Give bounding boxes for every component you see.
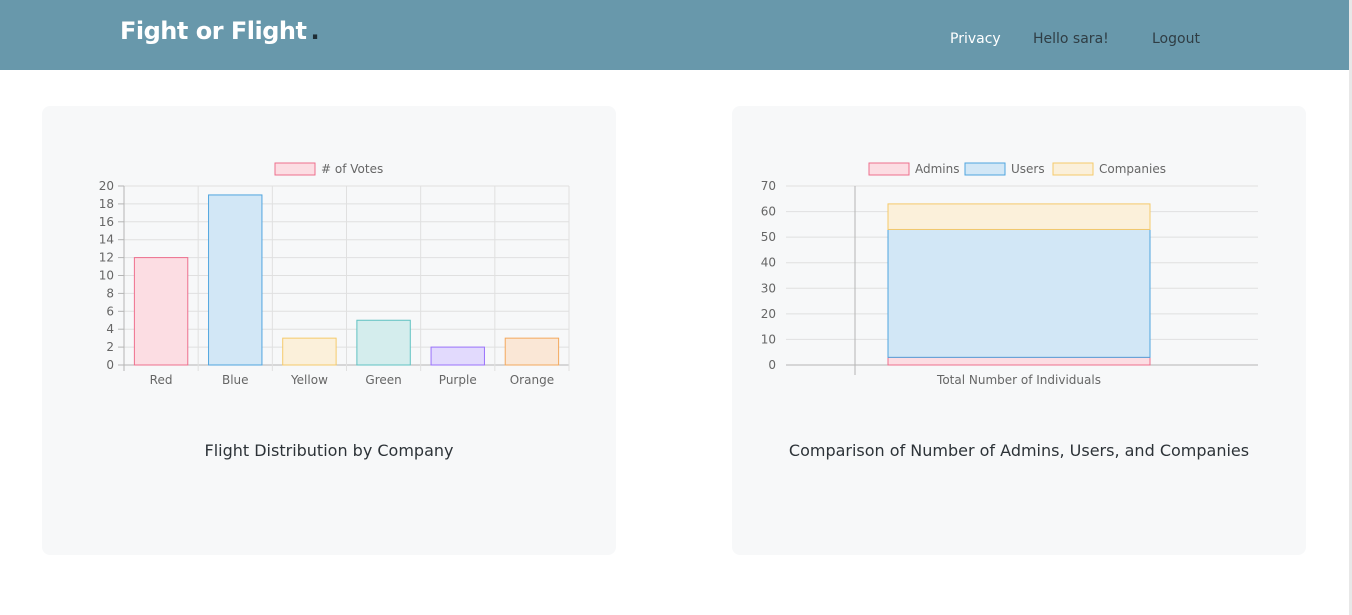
bar-orange (504, 337, 560, 366)
tick-label-y-14: 14 (99, 233, 114, 247)
brand-logo[interactable]: Fight or Flight. (120, 17, 320, 45)
tick-label-y-0: 0 (768, 358, 776, 372)
tick-label-x-green: Green (365, 373, 401, 387)
legend-swatch-admins (868, 162, 910, 176)
legend-swatch-companies (1052, 162, 1094, 176)
tick-label-x-red: Red (150, 373, 173, 387)
votes-bar-chart: # of Votes 0 2 4 6 8 10 12 14 16 18 20 Red Blue Yellow… (99, 162, 570, 387)
legend-label-admins: Admins (915, 162, 960, 176)
bar-yellow (282, 337, 337, 366)
individuals-chart-caption: Comparison of Number of Admins, Users, a… (788, 441, 1250, 460)
tick-label-y-20: 20 (761, 307, 776, 321)
legend-label-users: Users (1011, 162, 1045, 176)
tick-label-y-8: 8 (106, 286, 114, 300)
tick-label-y-60: 60 (761, 205, 776, 219)
bar-segment-companies (887, 203, 1151, 230)
tick-label-x-yellow: Yellow (290, 373, 328, 387)
tick-label-y-6: 6 (106, 304, 114, 318)
tick-label-y-12: 12 (99, 251, 114, 265)
legend-label-companies: Companies (1099, 162, 1166, 176)
bar-red (133, 257, 189, 366)
tick-label-x-total-number-of-individuals: Total Number of Individuals (936, 373, 1101, 387)
legend-label-of-votes: # of Votes (321, 162, 383, 176)
legend-swatch-users (964, 162, 1006, 176)
user-greeting: Hello sara! (1033, 31, 1109, 47)
tick-label-y-50: 50 (761, 230, 776, 244)
bar-blue (208, 194, 263, 366)
nav-link-privacy[interactable]: Privacy (950, 31, 1001, 47)
bar-green (356, 319, 411, 366)
tick-label-x-orange: Orange (510, 373, 554, 387)
bar-segment-users (887, 228, 1151, 358)
bar-segment-admins (887, 356, 1151, 366)
tick-label-y-16: 16 (99, 215, 114, 229)
individuals-chart-card: Admins Users Companies 0 10 20 30 40 50 60 70 Total… (732, 106, 1306, 555)
nav-link-logout[interactable]: Logout (1152, 31, 1200, 47)
tick-label-y-30: 30 (761, 281, 776, 295)
legend-swatch-of-votes (274, 162, 316, 176)
tick-label-y-70: 70 (761, 179, 776, 193)
tick-label-x-blue: Blue (222, 373, 249, 387)
brand-text[interactable]: Fight or Flight (120, 17, 307, 45)
tick-label-x-purple: Purple (439, 373, 477, 387)
votes-chart-caption: Flight Distribution by Company (204, 441, 454, 460)
tick-label-y-2: 2 (106, 340, 114, 354)
tick-label-y-18: 18 (99, 197, 114, 211)
votes-chart-card: # of Votes 0 2 4 6 8 10 12 14 16 18 20 Red Blue Yellow… (42, 106, 616, 555)
tick-label-y-10: 10 (99, 269, 114, 283)
tick-label-y-10: 10 (761, 332, 776, 346)
tick-label-y-0: 0 (106, 358, 114, 372)
bar-purple (430, 346, 485, 366)
tick-label-y-40: 40 (761, 256, 776, 270)
tick-label-y-4: 4 (106, 322, 114, 336)
tick-label-y-20: 20 (99, 179, 114, 193)
individuals-stacked-bar-chart: Admins Users Companies 0 10 20 30 40 50 60 70 Total… (761, 162, 1258, 387)
navbar: Fight or Flight. Privacy Hello sara! Log… (0, 0, 1349, 70)
brand-dot: . (310, 17, 320, 45)
